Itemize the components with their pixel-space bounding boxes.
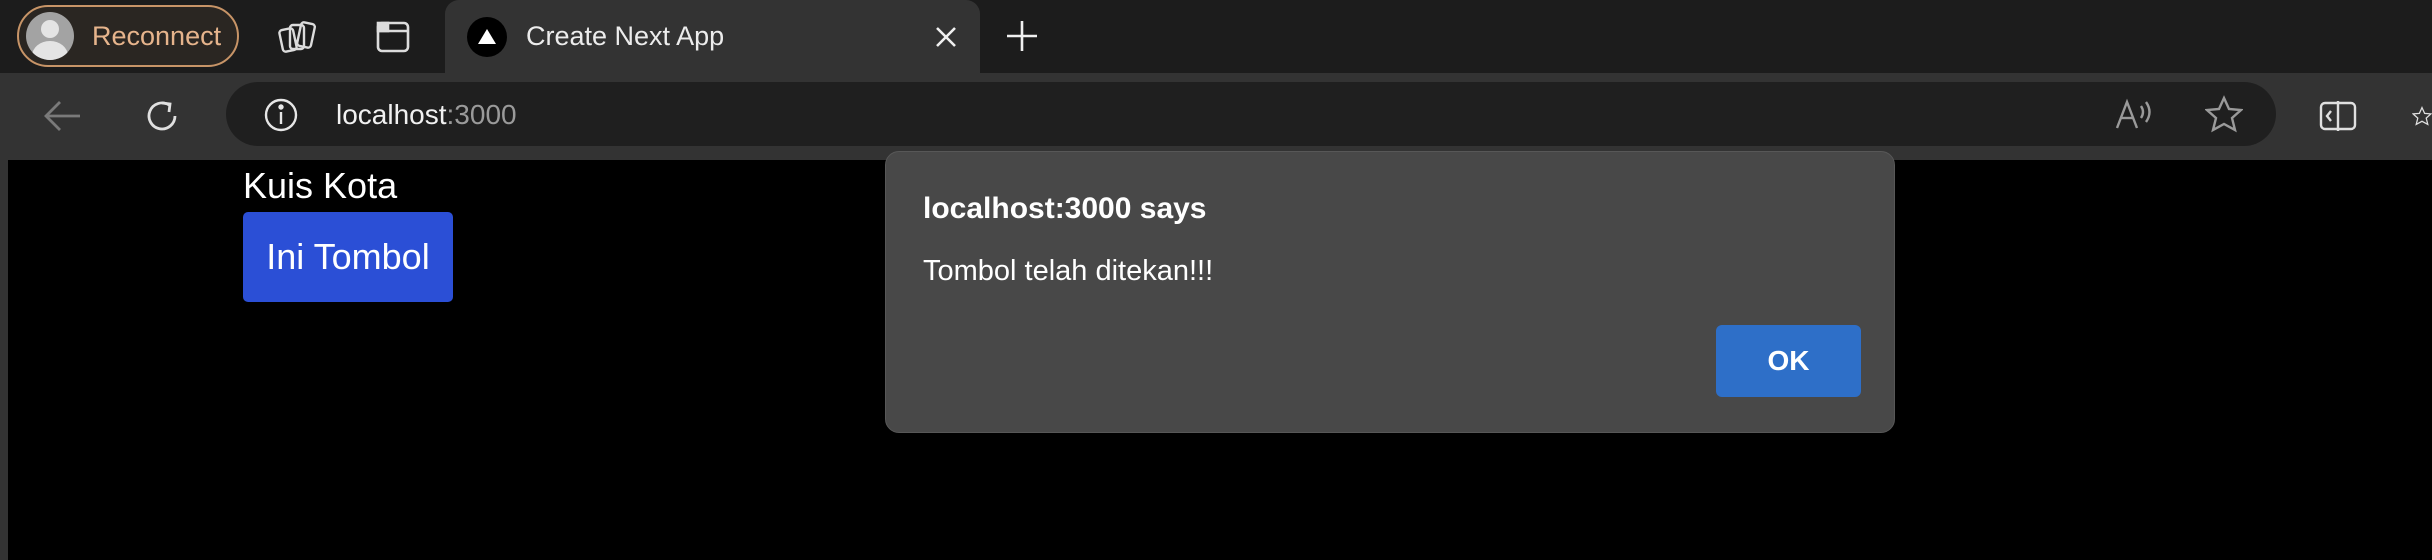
tab-actions-icon[interactable] — [370, 14, 416, 60]
close-icon[interactable] — [929, 20, 963, 54]
browser-toolbar: localhost:3000 — [0, 73, 2432, 160]
address-bar[interactable]: localhost:3000 — [226, 82, 2276, 146]
read-aloud-icon[interactable] — [2112, 94, 2156, 134]
tab-create-next-app[interactable]: Create Next App — [445, 0, 980, 73]
alert-dialog: localhost:3000 says Tombol telah ditekan… — [885, 151, 1895, 433]
ini-tombol-button[interactable]: Ini Tombol — [243, 212, 453, 302]
plus-icon[interactable] — [1002, 14, 1042, 58]
page-title: Kuis Kota — [243, 165, 398, 206]
tab-strip: Reconnect Create Next App — [0, 0, 2432, 73]
profile-button-label: Reconnect — [92, 20, 222, 51]
profile-button[interactable]: Reconnect — [17, 5, 239, 67]
ok-button[interactable]: OK — [1716, 325, 1861, 397]
url-port: :3000 — [446, 99, 517, 130]
avatar-icon — [26, 12, 74, 60]
dialog-message: Tombol telah ditekan!!! — [923, 255, 1214, 287]
dialog-title: localhost:3000 says — [923, 192, 1207, 225]
url-text[interactable]: localhost:3000 — [336, 99, 517, 131]
split-screen-icon[interactable] — [2316, 95, 2360, 137]
star-icon[interactable] — [2202, 94, 2246, 134]
workspaces-icon[interactable] — [274, 14, 320, 60]
refresh-icon[interactable] — [138, 93, 186, 139]
nextjs-triangle-icon — [467, 17, 507, 57]
info-icon[interactable] — [262, 96, 300, 134]
tab-title: Create Next App — [526, 21, 725, 51]
back-arrow-icon[interactable] — [38, 93, 86, 139]
url-host: localhost — [336, 99, 447, 130]
window-edge — [0, 160, 8, 560]
favorites-icon[interactable] — [2412, 95, 2432, 137]
